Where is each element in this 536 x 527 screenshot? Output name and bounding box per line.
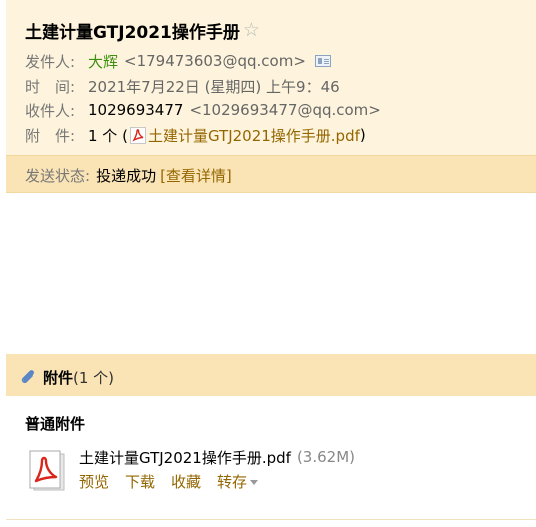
sent-time: 2021年7月22日 (星期四) 上午9：46 [88,77,340,96]
save-to-label: 转存 [217,472,248,491]
pdf-icon[interactable] [26,450,66,492]
sender-address: <179473603@qq.com> [124,52,306,70]
pdf-icon [129,126,146,144]
attachment-label: 附 件: [25,126,76,145]
contact-card-icon[interactable] [314,55,331,67]
send-status-bar: 发送状态: 投递成功 [查看详情] [6,155,536,192]
sender-name[interactable]: 大辉 [88,51,118,72]
attachment-suffix: ) [359,126,366,144]
normal-attachments-title: 普通附件 [25,415,86,433]
email-subject: 土建计量GTJ2021操作手册 [25,22,240,43]
to-label: 收件人: [25,101,76,120]
paperclip-icon [21,370,34,384]
subject-row: 土建计量GTJ2021操作手册 ☆ [25,18,260,43]
attachment-header-row: 附件 (1 个) [19,366,114,388]
status-value: 投递成功 [96,166,157,185]
download-link[interactable]: 下载 [125,471,155,492]
file-actions: 预览 下载 收藏 转存 [79,470,274,492]
from-row: 发件人: 大辉 <179473603@qq.com> [25,50,331,72]
attachment-panel-header: 附件 (1 个) [6,354,536,396]
attachment-count: 1 个 ( [88,126,128,145]
attachment-header-count: (1 个) [73,368,115,387]
to-row: 收件人: 1029693477 <1029693477@qq.com> [25,99,381,121]
time-row: 时 间: 2021年7月22日 (星期四) 上午9：46 [25,75,340,97]
attachment-row: 附 件: 1 个 ( 土建计量GTJ2021操作手册.pdf ) [25,124,366,146]
recipient-address: <1029693477@qq.com> [189,101,381,119]
recipient-name[interactable]: 1029693477 [88,101,183,119]
favorite-link[interactable]: 收藏 [171,471,201,492]
file-name-row: 土建计量GTJ2021操作手册.pdf (3.62M) [79,446,355,468]
attachment-panel: 附件 (1 个) 普通附件 土建计量GTJ2021操作手册.pdf (3.62M… [6,354,536,520]
file-size: (3.62M) [296,448,355,466]
attachment-link[interactable]: 土建计量GTJ2021操作手册.pdf [148,125,360,146]
chevron-down-icon [250,479,259,485]
save-to-link[interactable]: 转存 [217,471,259,492]
file-name[interactable]: 土建计量GTJ2021操作手册.pdf [79,447,291,468]
star-icon[interactable]: ☆ [243,20,260,40]
email-header: 土建计量GTJ2021操作手册 ☆ 发件人: 大辉 <179473603@qq.… [6,0,536,193]
status-row: 发送状态: 投递成功 [查看详情] [25,164,232,186]
attachment-file-item: 土建计量GTJ2021操作手册.pdf (3.62M) 预览 下载 收藏 转存 [26,446,526,494]
attachment-header-title: 附件 [43,368,74,387]
preview-link[interactable]: 预览 [79,471,109,492]
view-details-link[interactable]: [查看详情] [160,165,232,186]
status-label: 发送状态: [25,166,91,185]
time-label: 时 间: [25,77,76,96]
from-label: 发件人: [25,52,76,71]
